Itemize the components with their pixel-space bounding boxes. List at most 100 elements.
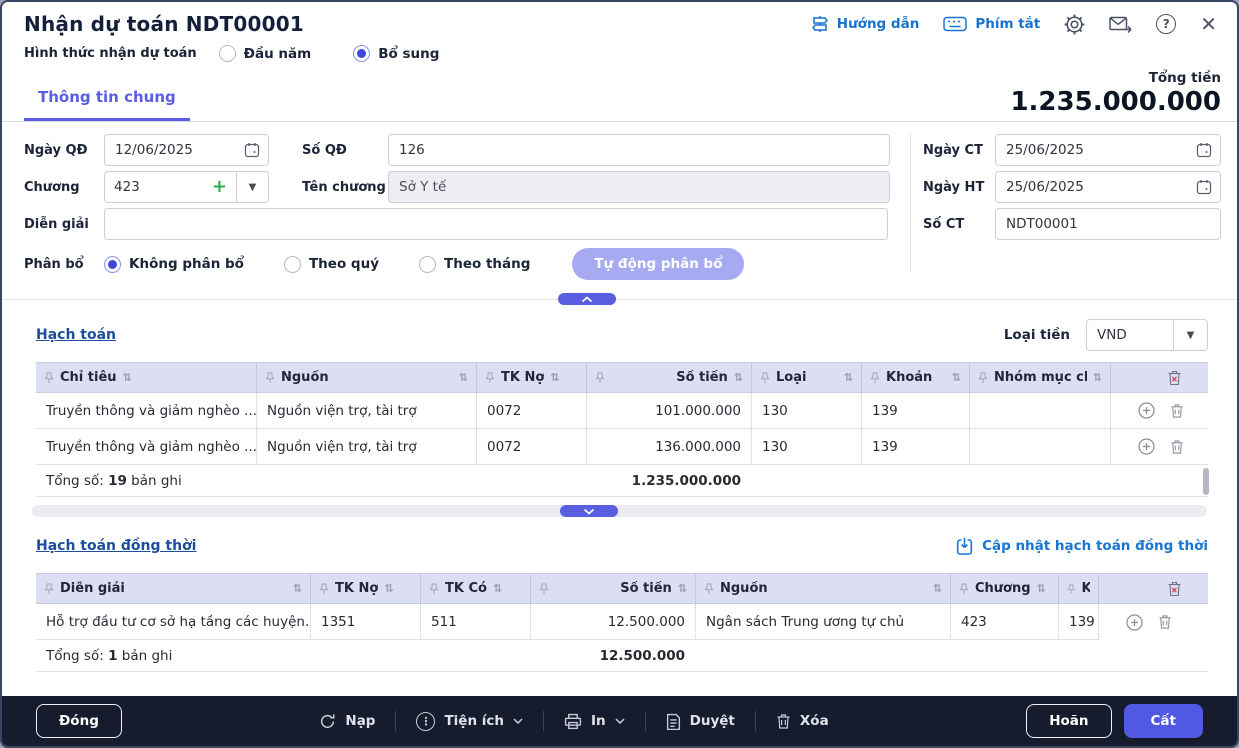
general-info-form: Ngày QĐ Số QĐ Ngày CT (2, 122, 1237, 287)
radio-bo-sung[interactable]: Bổ sung (353, 45, 439, 62)
column-header-nhom-muc-chi[interactable]: Nhóm mục chi⇅ (969, 363, 1110, 392)
chuong-dropdown-caret[interactable]: ▼ (237, 171, 269, 203)
chevron-down-icon (583, 508, 595, 515)
calendar-icon[interactable] (1196, 142, 1212, 162)
form-type-row: Hình thức nhận dự toán Đầu năm Bổ sung (2, 38, 1237, 68)
sort-icon[interactable]: ⇅ (678, 582, 687, 595)
shortcuts-link[interactable]: Phím tắt (943, 16, 1040, 32)
column-header-khoan-truncated[interactable]: K (1058, 574, 1098, 603)
radio-theo-quy[interactable]: Theo quý (284, 256, 379, 273)
sort-icon[interactable]: ⇅ (493, 582, 502, 595)
column-header-so-tien[interactable]: Số tiền⇅ (530, 574, 695, 603)
radio-circle-icon (353, 45, 370, 62)
send-mail-icon[interactable] (1109, 15, 1132, 34)
guide-link[interactable]: Hướng dẫn (811, 15, 920, 33)
add-row-icon[interactable] (1138, 402, 1155, 419)
update-simultaneous-link[interactable]: Cập nhật hạch toán đồng thời (956, 537, 1208, 556)
column-header-delete[interactable] (1098, 574, 1208, 603)
column-header-nguon[interactable]: Nguồn⇅ (256, 363, 476, 392)
approve-button[interactable]: Duyệt (666, 713, 735, 730)
settings-gear-icon[interactable] (1064, 14, 1085, 35)
radio-dau-nam[interactable]: Đầu năm (219, 45, 312, 62)
column-header-so-tien[interactable]: Số tiền⇅ (586, 363, 751, 392)
column-header-tk-no[interactable]: TK Nợ⇅ (476, 363, 586, 392)
delete-row-icon[interactable] (1170, 403, 1184, 419)
column-header-nguon[interactable]: Nguồn⇅ (695, 574, 950, 603)
ngay-ht-input[interactable] (995, 171, 1221, 203)
horizontal-scrollbar-track[interactable] (32, 505, 1207, 517)
save-button[interactable]: Cất (1124, 704, 1203, 738)
hach-toan-title-link[interactable]: Hạch toán (36, 327, 116, 343)
ten-chuong-input (388, 171, 890, 203)
so-ct-input[interactable] (995, 208, 1221, 240)
print-button[interactable]: In (564, 713, 625, 730)
reload-button[interactable]: Nạp (319, 713, 375, 730)
chevron-down-icon: ▼ (1173, 320, 1207, 350)
toolbar-divider (755, 711, 756, 731)
column-header-tk-no[interactable]: TK Nợ⇅ (310, 574, 420, 603)
column-header-chuong[interactable]: Chương⇅ (950, 574, 1058, 603)
grand-total-label: Tổng tiền (1010, 70, 1221, 86)
help-icon[interactable]: ? (1156, 14, 1176, 34)
sort-icon[interactable]: ⇅ (123, 371, 132, 384)
sort-icon[interactable]: ⇅ (952, 371, 961, 384)
column-header-delete[interactable] (1110, 363, 1208, 392)
collapse-toggle-up[interactable] (558, 293, 616, 305)
close-icon[interactable]: ✕ (1200, 14, 1217, 34)
utilities-button[interactable]: ⋮ Tiện ích (416, 712, 523, 731)
vertical-scrollbar[interactable] (1203, 468, 1209, 495)
table-row[interactable]: Truyền thông và giảm nghèo ... Nguồn việ… (36, 393, 1208, 429)
column-header-chi-tieu[interactable]: Chỉ tiêu⇅ (36, 363, 256, 392)
sort-icon[interactable]: ⇅ (384, 582, 393, 595)
column-header-loai[interactable]: Loại⇅ (751, 363, 861, 392)
chuong-field: 423 + ▼ (104, 171, 269, 203)
delete-row-icon[interactable] (1158, 614, 1172, 630)
table-header-row: Diễn giải⇅ TK Nợ⇅ TK Có⇅ Số tiền⇅ Nguồn⇅ (36, 573, 1208, 604)
column-header-khoan[interactable]: Khoản⇅ (861, 363, 969, 392)
column-header-tk-co[interactable]: TK Có⇅ (420, 574, 530, 603)
phan-bo-label: Phân bổ (24, 257, 104, 272)
tab-thong-tin-chung[interactable]: Thông tin chung (24, 88, 190, 121)
table-header-row: Chỉ tiêu⇅ Nguồn⇅ TK Nợ⇅ Số tiền⇅ Loại⇅ (36, 362, 1208, 393)
delete-row-icon[interactable] (1170, 439, 1184, 455)
postpone-button[interactable]: Hoãn (1026, 704, 1111, 738)
sort-icon[interactable]: ⇅ (293, 582, 302, 595)
sort-icon[interactable]: ⇅ (933, 582, 942, 595)
auto-allocate-button[interactable]: Tự động phân bổ (572, 248, 744, 280)
sort-icon[interactable]: ⇅ (459, 371, 468, 384)
radio-circle-icon (219, 45, 236, 62)
sort-icon[interactable]: ⇅ (844, 371, 853, 384)
pin-icon (44, 583, 54, 595)
pin-icon (265, 372, 275, 384)
collapse-toggle-down[interactable] (560, 505, 618, 517)
hach-toan-dong-thoi-title-link[interactable]: Hạch toán đồng thời (36, 538, 196, 554)
ngay-ct-input[interactable] (995, 134, 1221, 166)
sort-icon[interactable]: ⇅ (734, 371, 743, 384)
pin-icon (870, 372, 880, 384)
calendar-icon[interactable] (1196, 179, 1212, 199)
sort-icon[interactable]: ⇅ (1093, 371, 1102, 384)
calendar-icon[interactable] (244, 142, 260, 162)
delete-button[interactable]: Xóa (776, 713, 829, 730)
table-row[interactable]: Truyền thông và giảm nghèo ... Nguồn việ… (36, 429, 1208, 465)
sort-icon[interactable]: ⇅ (550, 371, 559, 384)
add-row-icon[interactable] (1126, 614, 1143, 631)
currency-select[interactable]: VND ▼ (1086, 319, 1208, 351)
add-plus-icon[interactable]: + (212, 178, 227, 196)
close-button[interactable]: Đóng (36, 704, 122, 738)
chuong-input[interactable]: 423 + (104, 171, 237, 203)
hach-toan-dong-thoi-section: Hạch toán đồng thời Cập nhật hạch toán đ… (2, 517, 1237, 672)
radio-theo-thang[interactable]: Theo tháng (419, 256, 530, 273)
sort-icon[interactable]: ⇅ (1037, 582, 1046, 595)
so-qd-input[interactable] (388, 134, 890, 166)
column-header-dien-giai[interactable]: Diễn giải⇅ (36, 574, 310, 603)
radio-khong-phan-bo[interactable]: Không phân bổ (104, 256, 244, 273)
dien-giai-input[interactable] (104, 208, 888, 240)
add-row-icon[interactable] (1138, 438, 1155, 455)
pin-icon (319, 583, 329, 595)
ngay-ht-label: Ngày HT (923, 180, 995, 195)
table-row[interactable]: Hỗ trợ đầu tư cơ sở hạ tầng các huyện...… (36, 604, 1208, 640)
dien-giai-label: Diễn giải (24, 217, 104, 232)
table-footer: Tổng số: 19 bản ghi 1.235.000.000 (36, 465, 1208, 497)
tab-bar: Thông tin chung Tổng tiền 1.235.000.000 (2, 68, 1237, 122)
